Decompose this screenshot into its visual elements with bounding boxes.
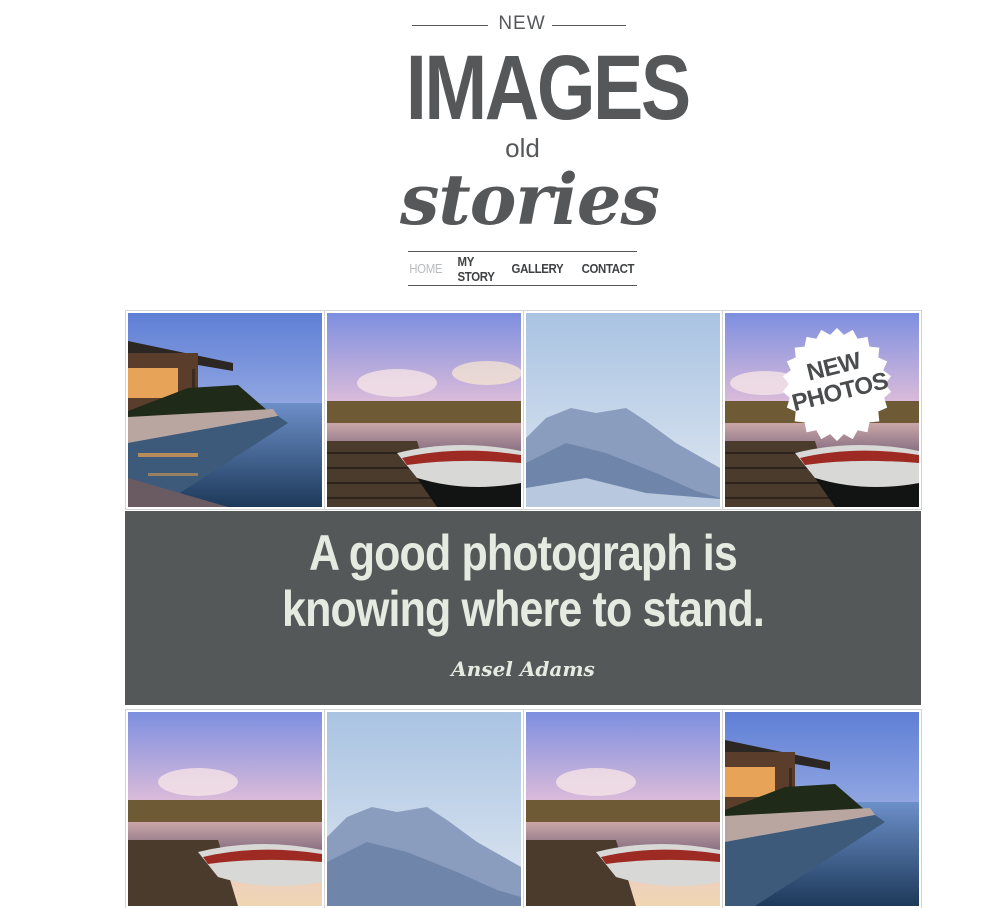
lake-dock-photo-3 <box>128 712 322 906</box>
quote-line-1: A good photograph is <box>309 525 738 581</box>
nav-my-story[interactable]: MY STORY <box>458 254 495 284</box>
nav-gallery[interactable]: GALLERY <box>512 261 564 276</box>
lake-dock-photo-4 <box>526 712 720 906</box>
gallery-tile-pool-villa-2[interactable] <box>722 709 922 908</box>
logo-divider-right <box>552 25 626 26</box>
logo-images: IMAGES <box>405 37 691 139</box>
misty-mountain-photo-2 <box>327 712 521 906</box>
gallery-tile-misty-mountain-2[interactable] <box>324 709 524 908</box>
gallery-tile-lake-dock-3[interactable] <box>125 709 325 908</box>
gallery-tile-pool-villa[interactable] <box>125 310 325 510</box>
logo-divider-left <box>412 25 488 26</box>
pool-villa-photo-2 <box>725 712 919 906</box>
gallery-tile-lake-dock-4[interactable] <box>523 709 723 908</box>
nav-home[interactable]: HOME <box>409 261 442 276</box>
nav-contact[interactable]: CONTACT <box>582 261 635 276</box>
quote-line-2: knowing where to stand. <box>282 581 765 637</box>
logo-stories: stories <box>400 158 660 241</box>
main-nav: HOME MY STORY GALLERY CONTACT <box>408 251 637 286</box>
quote-author: Ansel Adams <box>451 657 595 681</box>
gallery-tile-lake-dock[interactable] <box>324 310 524 510</box>
lake-dock-photo <box>327 313 521 507</box>
logo-new: NEW <box>498 13 546 34</box>
gallery-tile-misty-mountain[interactable] <box>523 310 723 510</box>
pool-villa-photo <box>128 313 322 507</box>
misty-mountain-photo <box>526 313 720 507</box>
